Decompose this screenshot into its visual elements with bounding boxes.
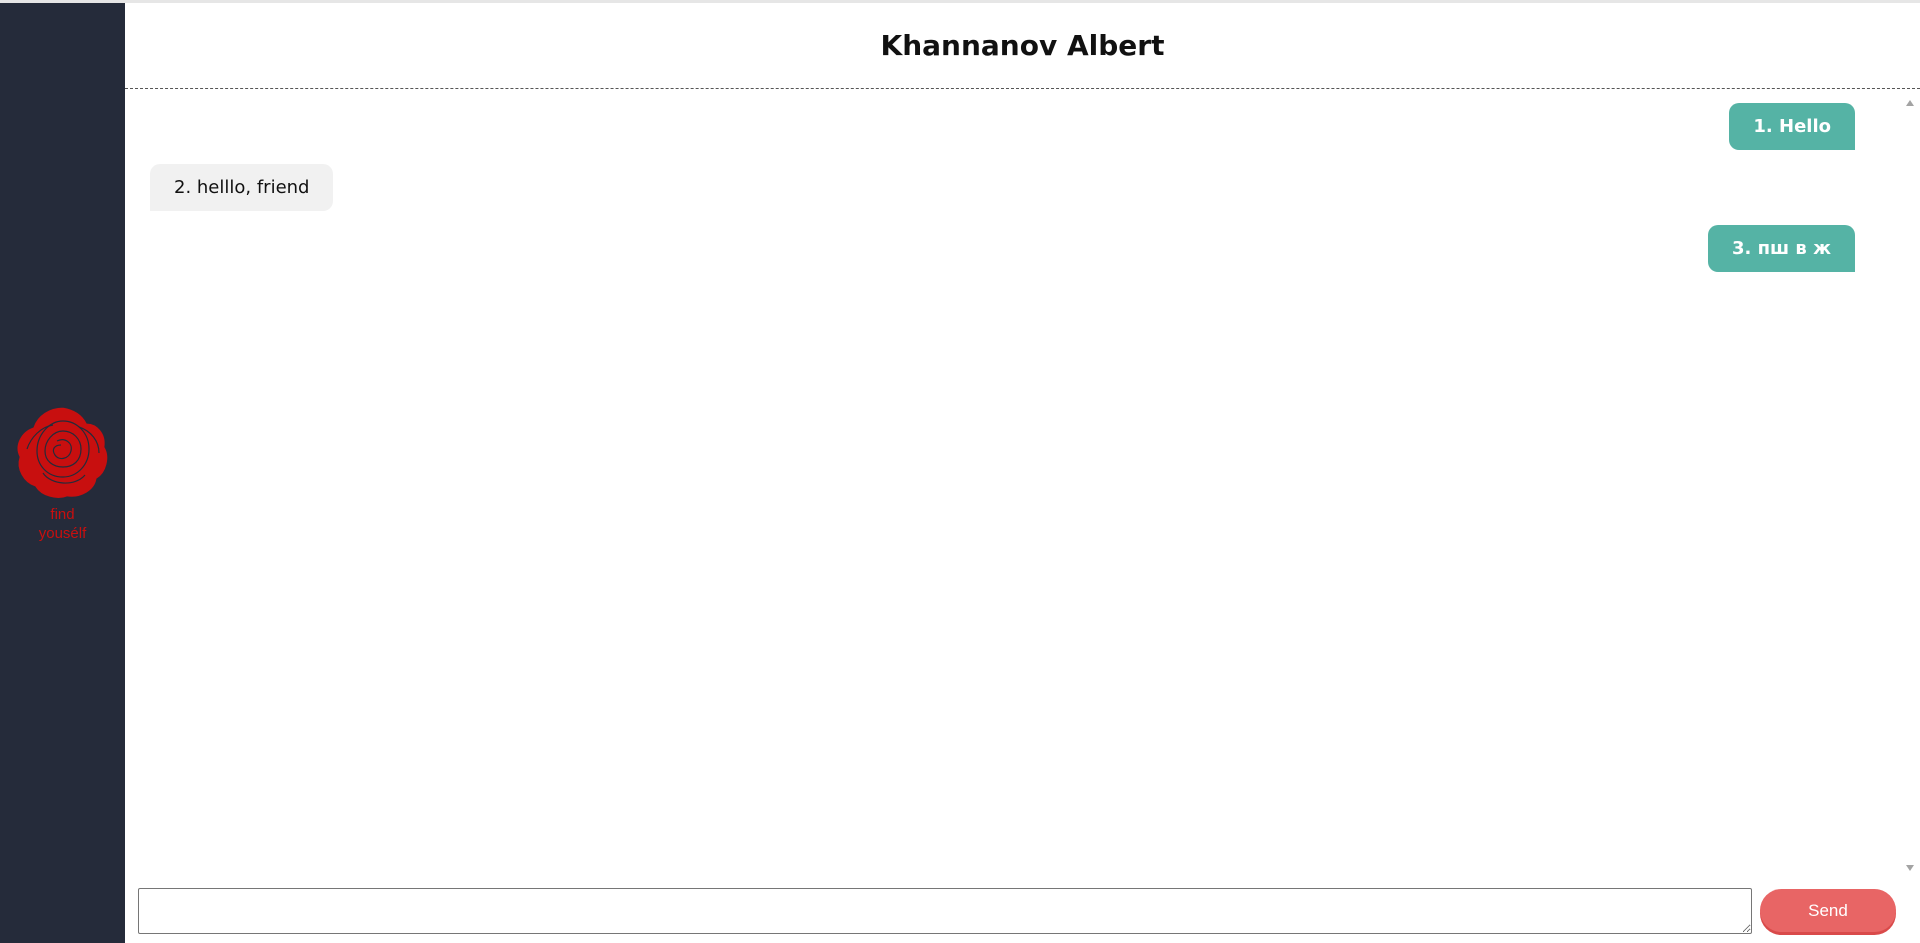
scroll-down-arrow-icon[interactable] (1906, 865, 1914, 871)
logo-text: find yousélf (38, 506, 87, 542)
message-input[interactable] (138, 888, 1752, 934)
chat-title: Khannanov Albert (880, 29, 1165, 62)
chat-header: Khannanov Albert (125, 3, 1920, 89)
message-list[interactable]: 1. Hello 2. helllo, friend 3. пш в ж (125, 93, 1900, 878)
message-bubble-outgoing: 1. Hello (1729, 103, 1855, 150)
chat-panel: Khannanov Albert 1. Hello 2. helllo, fri… (125, 3, 1920, 943)
logo[interactable]: find yousélf (10, 403, 115, 553)
scroll-up-arrow-icon[interactable] (1906, 100, 1914, 106)
message-bubble-incoming: 2. helllo, friend (150, 164, 334, 211)
sidebar: find yousélf (0, 3, 125, 943)
chat-app: find yousélf Khannanov Albert 1. Hello 2… (0, 0, 1920, 943)
message-bubble-outgoing: 3. пш в ж (1707, 225, 1855, 272)
message-list-scrollbar[interactable] (1900, 93, 1920, 878)
rose-icon (15, 406, 108, 500)
message-composer: Send (125, 883, 1920, 943)
send-button[interactable]: Send (1760, 889, 1896, 932)
